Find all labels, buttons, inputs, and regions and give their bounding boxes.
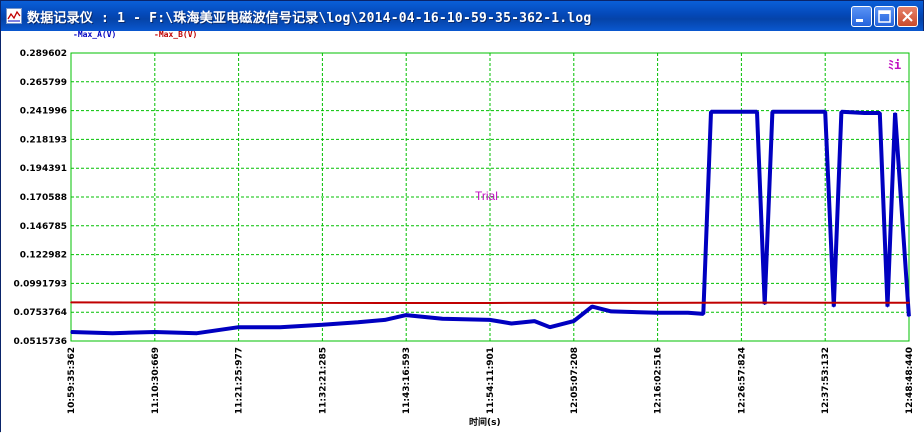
- line-chart[interactable]: 0.289602 0.265799 0.241996 0.218193 0.194391…: [1, 31, 924, 433]
- close-button[interactable]: [897, 6, 918, 27]
- corner-mark: ﾐi: [888, 58, 902, 72]
- data-point: [824, 111, 826, 113]
- data-point: [237, 326, 240, 329]
- data-point: [111, 332, 114, 335]
- x-tick-label: 12:05:07:208: [570, 347, 580, 414]
- legend-series-b-label: Max_B(V): [158, 30, 198, 39]
- app-window: 数据记录仪 : 1 - F:\珠海美亚电磁波信号记录\log\2014-04-1…: [0, 0, 924, 433]
- minimize-button[interactable]: [851, 6, 872, 27]
- data-point: [533, 320, 536, 322]
- data-point: [771, 111, 774, 113]
- plot-area: 0.289602 0.265799 0.241996 0.218193 0.194391…: [1, 31, 924, 433]
- data-point: [894, 112, 896, 114]
- data-point: [70, 301, 72, 304]
- x-tick-label: 10:59:35:362: [67, 347, 77, 414]
- y-tick-label: 0.146785: [20, 222, 67, 232]
- data-point: [656, 311, 659, 314]
- window-title: 数据记录仪 : 1 - F:\珠海美亚电磁波信号记录\log\2014-04-1…: [27, 11, 592, 26]
- data-point: [405, 314, 407, 316]
- y-tick-label: 0.218193: [20, 135, 67, 145]
- data-point: [153, 331, 156, 333]
- data-point: [153, 301, 156, 304]
- data-point: [573, 320, 575, 322]
- data-point: [763, 303, 766, 306]
- x-tick-label: 12:37:53:132: [821, 347, 831, 414]
- y-tick-label: 0.194391: [20, 164, 67, 174]
- data-point: [279, 326, 281, 329]
- data-point: [740, 301, 743, 304]
- x-tick-label: 12:26:57:824: [737, 347, 747, 414]
- x-tick-label: 11:32:21:285: [318, 347, 328, 414]
- y-tick-label: 0.241996: [20, 107, 67, 117]
- data-point: [710, 111, 712, 113]
- data-point: [321, 324, 324, 326]
- data-point: [573, 301, 575, 304]
- legend-series-b[interactable]: -Max_B(V): [154, 30, 197, 39]
- data-point: [489, 302, 491, 304]
- y-tick-label: 0.0991793: [13, 279, 67, 289]
- title-bar[interactable]: 数据记录仪 : 1 - F:\珠海美亚电磁波信号记录\log\2014-04-1…: [1, 1, 923, 31]
- close-icon: [902, 11, 913, 22]
- data-point: [802, 111, 804, 113]
- chart-app-icon[interactable]: [6, 8, 22, 24]
- data-point: [357, 321, 359, 324]
- data-point: [405, 302, 407, 304]
- data-point: [510, 322, 513, 325]
- legend-series-a-label: Max_A(V): [77, 30, 117, 39]
- data-point: [441, 317, 444, 320]
- data-point: [756, 111, 758, 113]
- x-tick-label: 12:48:48:440: [905, 347, 915, 414]
- data-point: [863, 112, 866, 114]
- maximize-icon: [878, 10, 891, 23]
- x-tick-label: 11:21:25:977: [235, 347, 245, 414]
- data-point: [886, 305, 889, 308]
- data-point: [702, 313, 705, 315]
- data-point: [879, 112, 881, 114]
- legend-series-a[interactable]: -Max_A(V): [73, 30, 116, 39]
- x-tick-label: 11:43:16:593: [402, 347, 412, 414]
- data-point: [591, 305, 593, 308]
- y-tick-label: 0.170588: [20, 193, 67, 203]
- y-tick-label: 0.265799: [20, 78, 67, 88]
- data-point: [321, 302, 324, 304]
- y-tick-label: 0.0753764: [13, 308, 67, 318]
- data-point: [908, 301, 910, 304]
- data-point: [840, 111, 843, 113]
- data-point: [610, 310, 612, 313]
- data-point: [908, 315, 910, 318]
- data-point: [740, 111, 743, 113]
- data-point: [833, 305, 835, 308]
- trial-watermark: Trial: [475, 189, 498, 203]
- maximize-button[interactable]: [874, 6, 895, 27]
- minimize-icon: [856, 19, 863, 22]
- x-tick-label: 11:10:30:669: [151, 347, 161, 414]
- y-tick-label: 0.122982: [20, 251, 67, 261]
- data-point: [687, 311, 689, 314]
- data-point: [384, 319, 386, 321]
- x-axis-label: 时间(s): [469, 418, 501, 428]
- data-point: [237, 301, 240, 304]
- data-point: [489, 319, 491, 321]
- data-point: [70, 331, 72, 333]
- data-point: [196, 332, 198, 335]
- data-point: [656, 302, 659, 304]
- data-point: [549, 326, 551, 329]
- x-tick-label: 12:16:02:516: [654, 347, 664, 414]
- y-tick-label: 0.0515736: [13, 337, 67, 347]
- data-point: [824, 301, 826, 304]
- y-tick-label: 0.289602: [20, 49, 67, 59]
- x-tick-label: 11:54:11:901: [486, 347, 496, 414]
